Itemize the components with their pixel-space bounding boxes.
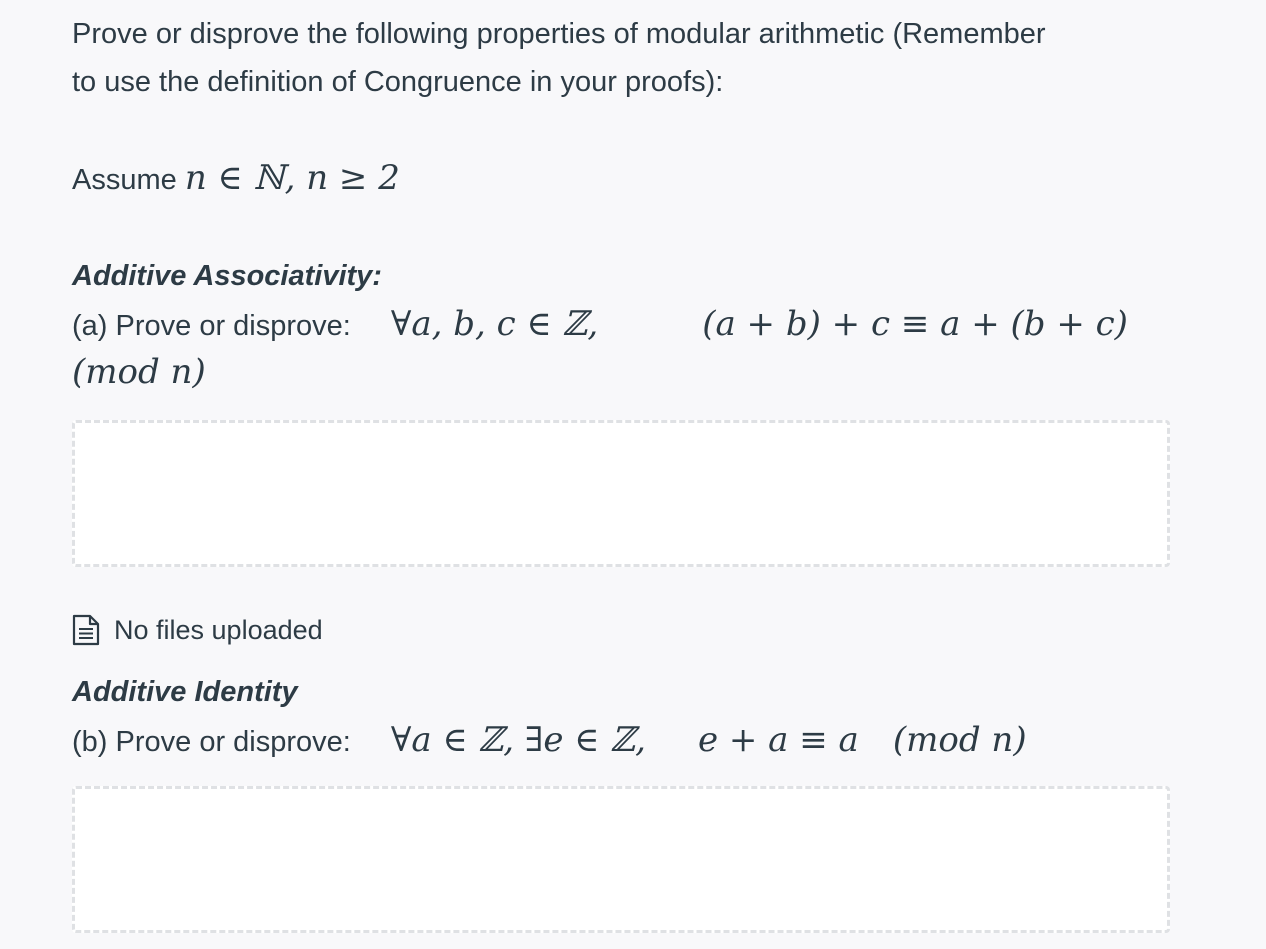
- section-title-identity: Additive Identity: [72, 676, 298, 708]
- upload-status-a: No files uploaded: [72, 614, 323, 646]
- intro-line-1: Prove or disprove the following properti…: [72, 18, 1046, 50]
- answer-upload-dropzone-a[interactable]: [72, 420, 1170, 567]
- question-intro: Prove or disprove the following properti…: [72, 0, 1168, 106]
- prompt-a: (a) Prove or disprove: ∀a, b, c ∈ ℤ, (a …: [72, 304, 1128, 344]
- assumption-label: Assume: [72, 164, 177, 196]
- prompt-a-statement: (a + b) + c ≡ a + (b + c): [702, 304, 1128, 344]
- prompt-b: (b) Prove or disprove: ∀a ∈ ℤ, ∃e ∈ ℤ, e…: [72, 720, 1027, 760]
- prompt-b-quantifier: ∀a ∈ ℤ, ∃e ∈ ℤ,: [390, 720, 646, 760]
- prompt-a-label: (a) Prove or disprove:: [72, 310, 351, 342]
- quiz-question-content: Prove or disprove the following properti…: [72, 0, 1170, 933]
- assumption-math: n ∈ ℕ, n ≥ 2: [184, 158, 400, 198]
- prompt-a-quantifier: ∀a, b, c ∈ ℤ,: [390, 304, 599, 344]
- section-title-associativity: Additive Associativity:: [72, 260, 382, 292]
- prompt-b-statement: e + a ≡ a: [697, 720, 859, 760]
- upload-status-text: No files uploaded: [114, 614, 323, 645]
- prompt-a-modulus: (mod n): [72, 352, 206, 392]
- prompt-b-label: (b) Prove or disprove:: [72, 726, 351, 758]
- prompt-b-modulus: (mod n): [892, 720, 1027, 760]
- intro-line-2: to use the definition of Congruence in y…: [72, 66, 724, 98]
- document-icon: [72, 614, 100, 646]
- assumption-line: Assume n ∈ ℕ, n ≥ 2: [72, 158, 400, 198]
- answer-upload-dropzone-b[interactable]: [72, 786, 1170, 933]
- prompt-a-modulus-line: (mod n): [72, 352, 206, 392]
